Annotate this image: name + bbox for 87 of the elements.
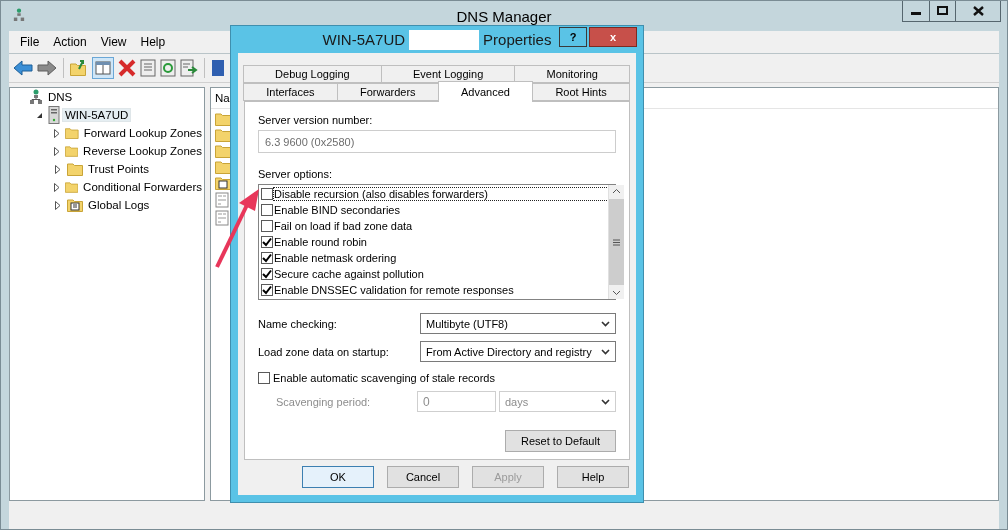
binary-file-icon — [215, 210, 229, 226]
tab[interactable]: Event Logging — [380, 65, 516, 83]
folder-icon — [215, 144, 231, 158]
tab[interactable]: Monitoring — [514, 65, 630, 83]
expanded-triangle-icon[interactable] — [35, 111, 43, 119]
menu-item[interactable]: File — [13, 35, 47, 49]
refresh-icon[interactable] — [160, 59, 176, 77]
option-label[interactable]: Enable round robin — [274, 236, 367, 248]
back-arrow-icon[interactable] — [13, 60, 33, 76]
field-label: Load zone data on startup: — [258, 345, 390, 358]
folder-icon — [64, 144, 79, 158]
dialog-button[interactable]: OK — [302, 466, 374, 488]
option-label[interactable]: Secure cache against pollution — [274, 268, 424, 280]
option-label[interactable]: Enable BIND secondaries — [274, 204, 400, 216]
tab[interactable]: Forwarders — [336, 83, 439, 101]
field-label: Scavenging period: — [276, 395, 372, 408]
folder-icon — [64, 180, 79, 194]
option-label[interactable]: Enable netmask ordering — [274, 252, 397, 264]
field-label: Server version number: — [258, 114, 374, 126]
close-icon — [972, 6, 984, 16]
tree-item[interactable]: WIN-5A7UD — [63, 109, 131, 121]
dialog-title: Properties — [483, 31, 552, 48]
folder-icon — [215, 128, 231, 142]
column-header[interactable]: Na — [215, 92, 230, 104]
folder-icon — [215, 160, 231, 174]
tab[interactable]: Debug Logging — [243, 65, 382, 83]
menu-item[interactable]: Action — [46, 35, 94, 49]
dropdown[interactable]: From Active Directory and registry — [420, 341, 616, 362]
option-label[interactable]: Enable DNSSEC validation for remote responses — [274, 284, 514, 296]
network-icon — [29, 89, 43, 105]
field-label: Server options: — [258, 168, 333, 180]
menu-item[interactable]: View — [93, 35, 134, 49]
forward-arrow-icon[interactable] — [37, 60, 57, 76]
tree-item[interactable]: DNS — [46, 91, 75, 103]
tab[interactable]: Advanced — [437, 81, 534, 102]
delete-icon[interactable] — [118, 59, 136, 77]
checkbox[interactable] — [261, 188, 273, 200]
checkbox[interactable] — [261, 284, 273, 296]
log-folder-icon — [215, 176, 231, 190]
close-button[interactable]: x — [589, 27, 637, 47]
maximize-icon — [937, 6, 948, 16]
dialog-button[interactable]: Help — [557, 466, 629, 488]
collapsed-triangle-icon[interactable] — [53, 182, 60, 192]
server-icon — [48, 106, 60, 124]
help-button[interactable]: ? — [559, 27, 587, 47]
option-label[interactable]: Disable recursion (also disables forwarders) — [274, 188, 608, 200]
log-folder-icon — [67, 198, 83, 212]
checkbox[interactable] — [261, 252, 273, 264]
checkbox[interactable] — [261, 236, 273, 248]
scrollbar[interactable] — [608, 185, 624, 299]
version-field[interactable]: 6.3 9600 (0x2580) — [258, 130, 616, 153]
menu-item[interactable]: Help — [133, 35, 173, 49]
tree-item[interactable]: Conditional Forwarders — [81, 181, 204, 193]
field-label: Name checking: — [258, 317, 338, 330]
tab[interactable]: Root Hints — [532, 83, 630, 101]
grip-icon — [613, 238, 620, 246]
folder-icon — [67, 162, 83, 176]
export-list-icon[interactable] — [180, 59, 198, 77]
collapsed-triangle-icon[interactable] — [54, 128, 61, 138]
dropdown-caret-icon — [601, 398, 610, 405]
collapsed-triangle-icon[interactable] — [55, 200, 61, 210]
redaction-block — [409, 29, 480, 50]
dropdown[interactable]: Multibyte (UTF8) — [420, 313, 616, 334]
folder-up-icon[interactable] — [70, 60, 88, 76]
show-pane-icon[interactable] — [92, 57, 114, 79]
network-icon — [13, 7, 25, 23]
checkbox-label: Enable automatic scavenging of stale records — [273, 372, 495, 384]
collapsed-triangle-icon[interactable] — [53, 146, 60, 156]
checkbox[interactable] — [261, 204, 273, 216]
tree-item[interactable]: Reverse Lookup Zones — [81, 145, 204, 157]
dropdown-caret-icon — [601, 320, 610, 327]
dialog-button[interactable]: Cancel — [387, 466, 459, 488]
tree-item[interactable]: Global Logs — [86, 199, 152, 211]
dropdown-caret-icon — [601, 348, 610, 355]
folder-icon — [215, 112, 231, 126]
dialog-title: WIN-5A7UD — [322, 31, 406, 48]
tree-item[interactable]: Trust Points — [86, 163, 151, 175]
tab[interactable]: Interfaces — [243, 83, 338, 101]
collapsed-triangle-icon[interactable] — [55, 164, 61, 174]
checkbox[interactable] — [261, 268, 273, 280]
binary-file-icon — [215, 192, 229, 208]
option-label[interactable]: Fail on load if bad zone data — [274, 220, 413, 232]
tree-item[interactable]: Forward Lookup Zones — [81, 127, 204, 139]
window-title: DNS Manager — [456, 8, 552, 25]
reset-button[interactable]: Reset to Default — [505, 430, 616, 452]
folder-icon — [65, 126, 79, 140]
checkbox[interactable] — [261, 220, 273, 232]
